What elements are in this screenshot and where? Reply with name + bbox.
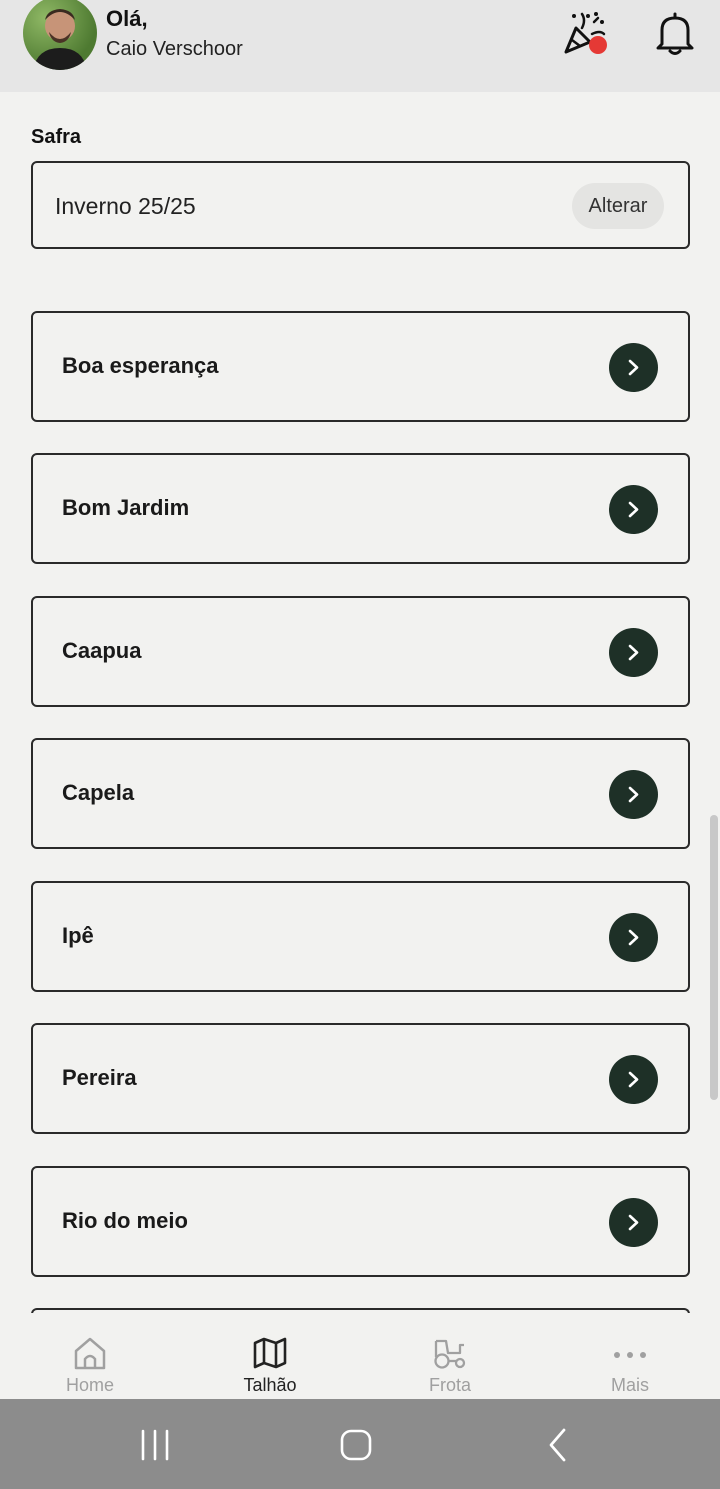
chevron-right-icon bbox=[628, 501, 639, 518]
nav-item-mais[interactable]: Mais bbox=[540, 1313, 720, 1399]
avatar-photo-icon bbox=[33, 9, 87, 70]
app-header: Olá, Caio Verschoor bbox=[0, 0, 720, 92]
user-name: Caio Verschoor bbox=[106, 38, 243, 60]
home-icon bbox=[74, 1337, 106, 1370]
system-nav-bar bbox=[0, 1399, 720, 1489]
chevron-right-icon bbox=[628, 786, 639, 803]
open-farm-button[interactable] bbox=[609, 1198, 658, 1247]
avatar[interactable] bbox=[23, 0, 97, 70]
nav-label: Talhão bbox=[243, 1375, 297, 1395]
more-icon bbox=[614, 1352, 646, 1358]
map-icon bbox=[253, 1337, 287, 1369]
open-farm-button[interactable] bbox=[609, 913, 658, 962]
tractor-icon bbox=[434, 1339, 466, 1369]
farm-card[interactable]: Pereira bbox=[31, 1023, 690, 1134]
nav-label: Mais bbox=[610, 1375, 649, 1395]
farm-card[interactable]: Caapua bbox=[31, 596, 690, 707]
open-farm-button[interactable] bbox=[609, 485, 658, 534]
farm-card[interactable]: Rio do meio bbox=[31, 1166, 690, 1277]
recent-apps-button[interactable] bbox=[135, 1427, 175, 1463]
nav-item-talhao[interactable]: Talhão bbox=[180, 1313, 360, 1399]
chevron-right-icon bbox=[628, 1214, 639, 1231]
open-farm-button[interactable] bbox=[609, 770, 658, 819]
open-farm-button[interactable] bbox=[609, 343, 658, 392]
safra-label: Safra bbox=[31, 126, 82, 148]
back-system-button[interactable] bbox=[538, 1427, 578, 1463]
notification-dot-icon bbox=[589, 36, 607, 54]
safra-value: Inverno 25/25 bbox=[55, 193, 196, 219]
home-square-icon bbox=[340, 1429, 372, 1461]
notifications-button[interactable] bbox=[652, 10, 698, 56]
farm-card[interactable]: Capela bbox=[31, 738, 690, 849]
chevron-right-icon bbox=[628, 929, 639, 946]
farm-name: Caapua bbox=[62, 638, 142, 663]
farm-name: Ipê bbox=[62, 923, 94, 948]
bell-icon bbox=[656, 12, 694, 55]
chevron-right-icon bbox=[628, 359, 639, 376]
farm-name: Rio do meio bbox=[62, 1208, 188, 1233]
recent-apps-icon bbox=[141, 1429, 169, 1461]
change-safra-button[interactable]: Alterar bbox=[572, 183, 664, 229]
back-chevron-icon bbox=[549, 1428, 566, 1462]
greeting-text: Olá, bbox=[106, 6, 148, 31]
safra-selector: Inverno 25/25 Alterar bbox=[31, 161, 690, 249]
nav-item-home[interactable]: Home bbox=[0, 1313, 180, 1399]
nav-label: Home bbox=[65, 1375, 114, 1395]
scrollbar[interactable] bbox=[710, 815, 718, 1100]
farm-card[interactable]: Ipê bbox=[31, 881, 690, 992]
chevron-right-icon bbox=[628, 1071, 639, 1088]
bottom-nav: Home Talhão Frota Mais bbox=[0, 1313, 720, 1399]
farm-card[interactable]: Bom Jardim bbox=[31, 453, 690, 564]
home-system-button[interactable] bbox=[336, 1427, 376, 1463]
farm-name: Capela bbox=[62, 780, 135, 805]
farm-card[interactable]: Boa esperança bbox=[31, 311, 690, 422]
nav-item-frota[interactable]: Frota bbox=[360, 1313, 540, 1399]
nav-label: Frota bbox=[428, 1375, 471, 1395]
farm-name: Boa esperança bbox=[62, 353, 219, 378]
farm-name: Pereira bbox=[62, 1065, 137, 1090]
open-farm-button[interactable] bbox=[609, 1055, 658, 1104]
celebration-button[interactable] bbox=[560, 10, 610, 60]
open-farm-button[interactable] bbox=[609, 628, 658, 677]
farm-name: Bom Jardim bbox=[62, 495, 190, 520]
chevron-right-icon bbox=[628, 644, 639, 661]
